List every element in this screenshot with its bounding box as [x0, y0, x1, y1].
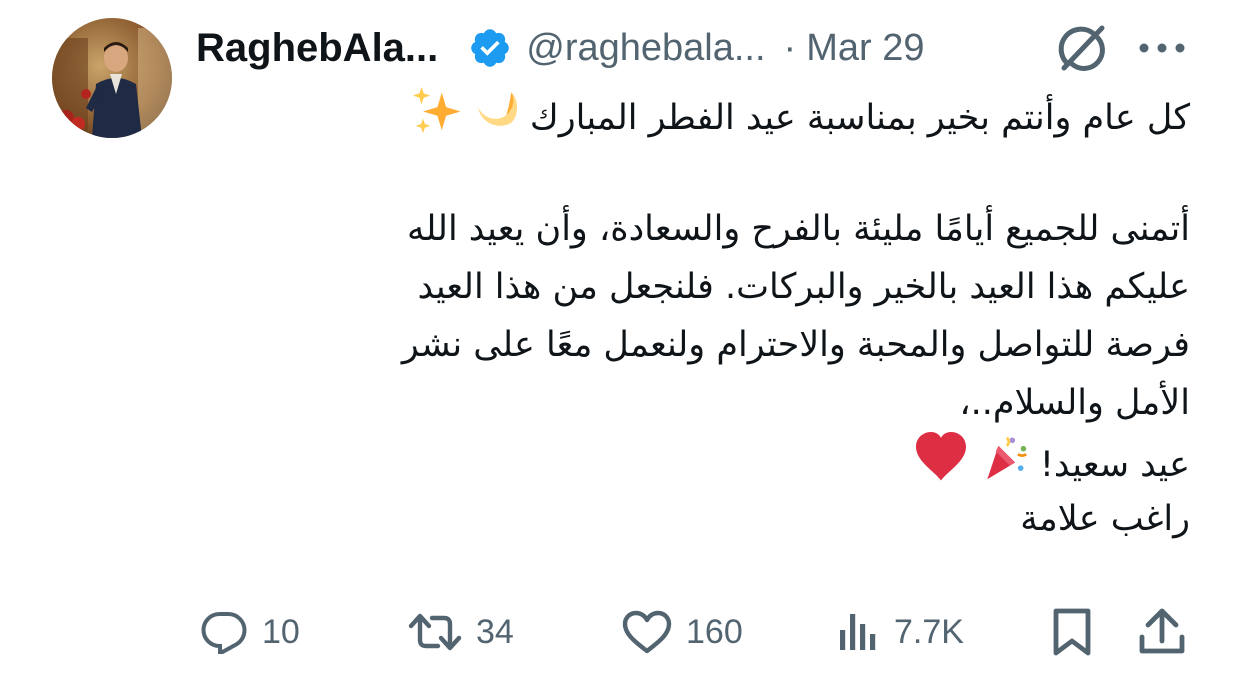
paragraph-line: فرصة للتواصل والمحبة والاحترام ولنعمل مع…	[401, 325, 1190, 365]
retweet-button[interactable]: 34	[408, 600, 514, 664]
tweet-line-1-text: كل عام وأنتم بخير بمناسبة عيد الفطر المب…	[529, 98, 1190, 138]
more-icon[interactable]	[1138, 40, 1186, 56]
sparkles-emoji	[410, 84, 462, 154]
paragraph-line: الأمل والسلام..،	[959, 383, 1190, 423]
tweet-header: RaghebAla... @raghebala... · Mar 29	[196, 22, 924, 74]
bookmark-icon	[1050, 607, 1094, 657]
paragraph-line: أتمنى للجميع أيامًا مليئة بالفرح والسعاد…	[406, 209, 1190, 249]
like-icon	[622, 610, 672, 654]
tweet-date[interactable]: Mar 29	[806, 27, 924, 70]
reply-icon	[200, 610, 248, 654]
like-count: 160	[686, 612, 743, 651]
red-heart-emoji	[914, 432, 968, 500]
share-icon	[1138, 607, 1186, 657]
share-button[interactable]	[1138, 600, 1186, 664]
reply-count: 10	[262, 612, 300, 651]
retweet-icon	[408, 610, 462, 654]
avatar-photo	[52, 18, 172, 138]
grok-icon[interactable]	[1056, 24, 1108, 72]
tweet-line-1: كل عام وأنتم بخير بمناسبة عيد الفطر المب…	[230, 84, 1190, 142]
retweet-count: 34	[476, 612, 514, 651]
views-button[interactable]: 7.7K	[836, 600, 964, 664]
greeting-line: عيد سعيد!	[230, 432, 1190, 490]
signature-line: راغب علامة	[1020, 499, 1190, 539]
verified-badge-icon[interactable]	[468, 26, 512, 70]
like-button[interactable]: 160	[622, 600, 743, 664]
greeting-text: عيد سعيد!	[1039, 445, 1190, 485]
separator-dot: ·	[783, 26, 797, 69]
reply-button[interactable]: 10	[200, 600, 300, 664]
avatar[interactable]	[52, 18, 172, 138]
user-handle[interactable]: @raghebala...	[526, 27, 765, 70]
views-count: 7.7K	[894, 612, 964, 651]
crescent-moon-emoji	[473, 87, 519, 151]
views-icon	[836, 610, 880, 654]
bookmark-button[interactable]	[1050, 600, 1094, 664]
paragraph-line: عليكم هذا العيد بالخير والبركات. فلنجعل …	[417, 267, 1190, 307]
empty-line	[230, 142, 1190, 200]
tweet-text: كل عام وأنتم بخير بمناسبة عيد الفطر المب…	[230, 84, 1190, 548]
display-name[interactable]: RaghebAla...	[196, 26, 438, 71]
tweet-action-bar: 10 34 160 7.7K	[0, 600, 1242, 664]
